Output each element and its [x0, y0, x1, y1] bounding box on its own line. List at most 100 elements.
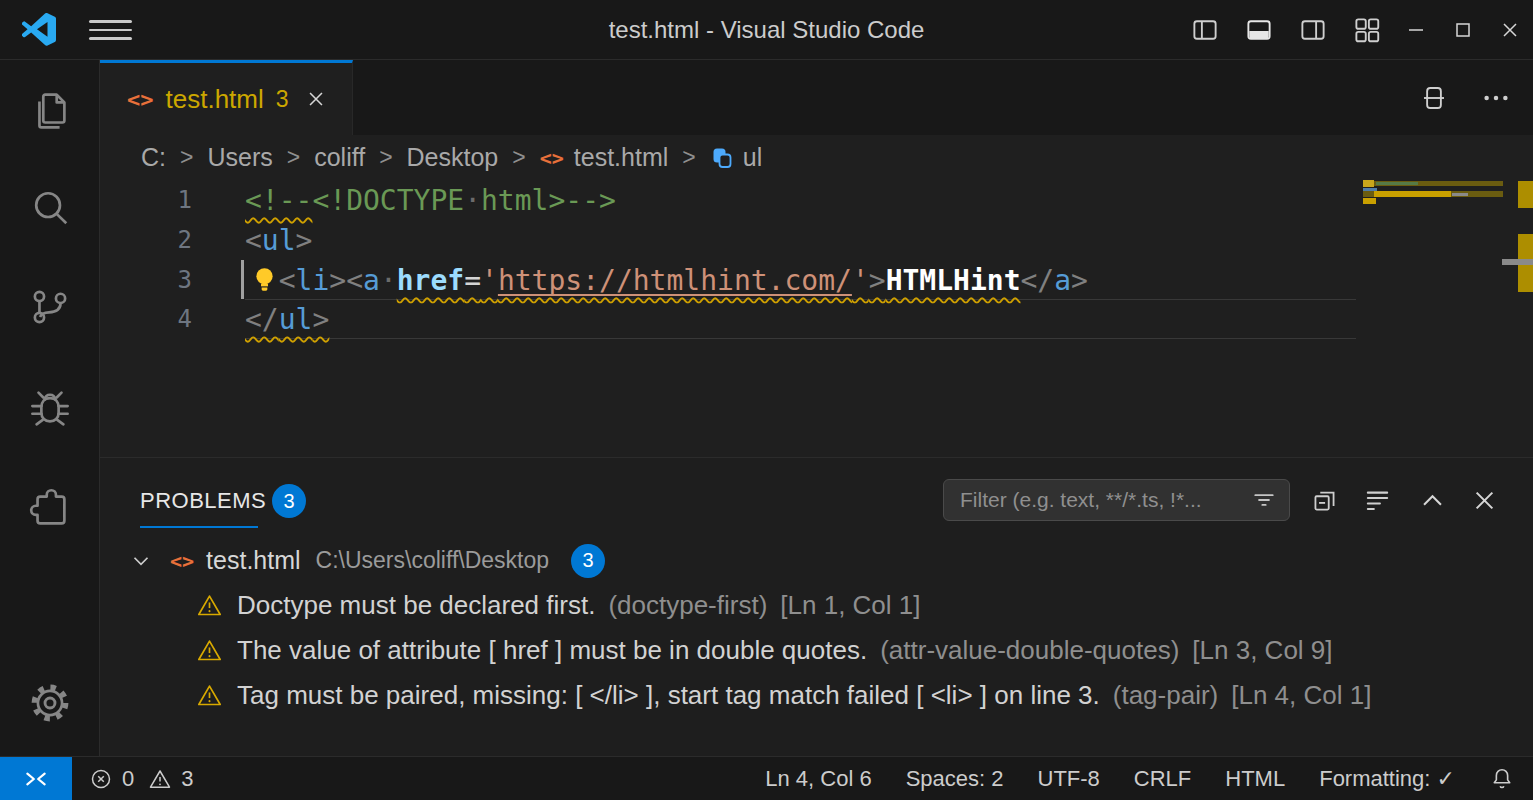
code-token: HTMLHint: [886, 264, 1021, 297]
explorer-icon[interactable]: [0, 88, 100, 134]
code-token: ul: [262, 224, 296, 257]
toggle-sidebar-icon[interactable]: [1190, 15, 1220, 45]
code-line[interactable]: </ul>: [245, 300, 1088, 340]
toggle-panel-icon[interactable]: [1244, 15, 1274, 45]
breadcrumb-item-symbol[interactable]: ul: [710, 143, 762, 172]
filter-icon[interactable]: [1251, 487, 1277, 513]
tab-label: test.html: [166, 84, 264, 115]
warning-icon: [196, 682, 223, 709]
code-token: <: [279, 264, 296, 297]
warning-icon: [196, 592, 223, 619]
breadcrumb-item[interactable]: C:: [141, 143, 166, 172]
status-eol[interactable]: CRLF: [1134, 766, 1191, 792]
collapse-all-icon[interactable]: [1310, 486, 1339, 515]
status-encoding[interactable]: UTF-8: [1038, 766, 1100, 792]
more-actions-icon[interactable]: [1481, 83, 1511, 113]
tab-close-icon[interactable]: [305, 88, 327, 110]
maximize-button[interactable]: [1439, 0, 1486, 60]
code-editor[interactable]: 1234 <!--<!DOCTYPE·html>--><ul> <li><a·h…: [100, 180, 1533, 457]
code-token: >: [296, 224, 313, 257]
code-token: ': [852, 264, 869, 297]
problems-file-row[interactable]: <> test.html C:\Users\coliff\Desktop 3: [100, 538, 1533, 583]
status-problems[interactable]: 0 3: [89, 766, 194, 792]
code-line[interactable]: <ul>: [245, 221, 1088, 261]
tab-problems-badge: 3: [276, 86, 289, 113]
breadcrumb-item[interactable]: Users: [207, 143, 272, 172]
problem-message: The value of attribute [ href ] must be …: [237, 635, 867, 666]
problem-row[interactable]: The value of attribute [ href ] must be …: [100, 628, 1533, 673]
code-token: <: [245, 224, 262, 257]
code-token: <!DOCTYPE: [312, 184, 464, 217]
filter-placeholder: Filter (e.g. text, **/*.ts, !*...: [960, 488, 1251, 512]
breadcrumb-item-file[interactable]: <> test.html: [540, 143, 669, 172]
code-line[interactable]: <li><a·href='https://htmlhint.com/'>HTML…: [245, 261, 1088, 301]
code-token: a: [363, 264, 380, 297]
remote-indicator[interactable]: [0, 757, 72, 800]
minimize-button[interactable]: [1392, 0, 1439, 60]
code-lines: <!--<!DOCTYPE·html>--><ul> <li><a·href='…: [245, 181, 1088, 340]
code-token: html>-->: [481, 184, 616, 217]
problems-panel: PROBLEMS 3 Filter (e.g. text, **/*.ts, !…: [100, 457, 1533, 756]
symbol-icon: [710, 146, 734, 170]
extensions-icon[interactable]: [0, 486, 100, 532]
problem-row[interactable]: Doctype must be declared first. (doctype…: [100, 583, 1533, 628]
search-icon[interactable]: [0, 185, 100, 231]
breadcrumb-item[interactable]: coliff: [314, 143, 365, 172]
status-line-col[interactable]: Ln 4, Col 6: [765, 766, 871, 792]
maximize-panel-icon[interactable]: [1418, 486, 1447, 515]
error-icon: [89, 767, 113, 791]
run-debug-icon[interactable]: [0, 385, 100, 431]
breadcrumb-separator: >: [379, 144, 392, 171]
customize-layout-icon[interactable]: [1352, 15, 1382, 45]
close-window-button[interactable]: [1486, 0, 1533, 60]
tab-problems[interactable]: PROBLEMS: [140, 488, 266, 514]
problem-row[interactable]: Tag must be paired, missing: [ </li> ], …: [100, 673, 1533, 718]
status-language[interactable]: HTML: [1225, 766, 1285, 792]
tab-test-html[interactable]: <> test.html 3: [100, 60, 353, 135]
code-token: >: [329, 264, 346, 297]
code-token: li: [296, 264, 330, 297]
problem-message: Doctype must be declared first.: [237, 590, 595, 621]
line-number: 4: [100, 300, 192, 340]
code-line[interactable]: <!--<!DOCTYPE·html>-->: [245, 181, 1088, 221]
notifications-bell-icon[interactable]: [1489, 766, 1515, 792]
code-token: a: [1054, 264, 1071, 297]
problem-position: [Ln 4, Col 1]: [1231, 680, 1371, 711]
code-token: ': [481, 264, 498, 297]
source-control-icon[interactable]: [0, 284, 100, 330]
settings-gear-icon[interactable]: [0, 680, 100, 726]
view-as-table-icon[interactable]: [1363, 486, 1392, 515]
split-editor-icon[interactable]: [1419, 83, 1449, 113]
toggle-secondary-sidebar-icon[interactable]: [1298, 15, 1328, 45]
breadcrumb-separator: >: [682, 144, 695, 171]
line-number: 1: [100, 181, 192, 221]
editor-group: <> test.html 3 C: > Users > coliff > Des…: [100, 60, 1533, 756]
status-indentation[interactable]: Spaces: 2: [906, 766, 1004, 792]
problem-position: [Ln 3, Col 9]: [1192, 635, 1332, 666]
status-formatting[interactable]: Formatting: ✓: [1319, 766, 1455, 792]
problem-message: Tag must be paired, missing: [ </li> ], …: [237, 680, 1100, 711]
status-bar: 0 3 Ln 4, Col 6 Spaces: 2 UTF-8 CRLF HTM…: [0, 756, 1533, 800]
lightbulb-icon[interactable]: [249, 264, 280, 295]
chevron-down-icon[interactable]: [128, 548, 154, 574]
problem-source: (doctype-first): [608, 590, 767, 621]
file-path: C:\Users\coliff\Desktop: [316, 547, 549, 574]
gutter: 1234: [100, 181, 192, 340]
file-name: test.html: [206, 546, 300, 575]
problem-source: (attr-value-double-quotes): [880, 635, 1179, 666]
code-token: =: [464, 264, 481, 297]
problems-filter-input[interactable]: Filter (e.g. text, **/*.ts, !*...: [943, 479, 1290, 521]
html-file-icon: <>: [127, 87, 154, 112]
code-token: ul: [279, 303, 313, 336]
line-number: 3: [100, 261, 192, 301]
breadcrumb-separator: >: [287, 144, 300, 171]
breadcrumb-item[interactable]: Desktop: [407, 143, 499, 172]
code-token: href: [397, 264, 464, 297]
warning-icon: [148, 767, 172, 791]
code-token: ·: [380, 264, 397, 297]
close-panel-icon[interactable]: [1470, 486, 1499, 515]
minimap[interactable]: [1363, 180, 1504, 205]
breadcrumbs: C: > Users > coliff > Desktop > <> test.…: [100, 135, 1533, 180]
code-token: </: [245, 303, 279, 336]
titlebar: test.html - Visual Studio Code: [0, 0, 1533, 60]
